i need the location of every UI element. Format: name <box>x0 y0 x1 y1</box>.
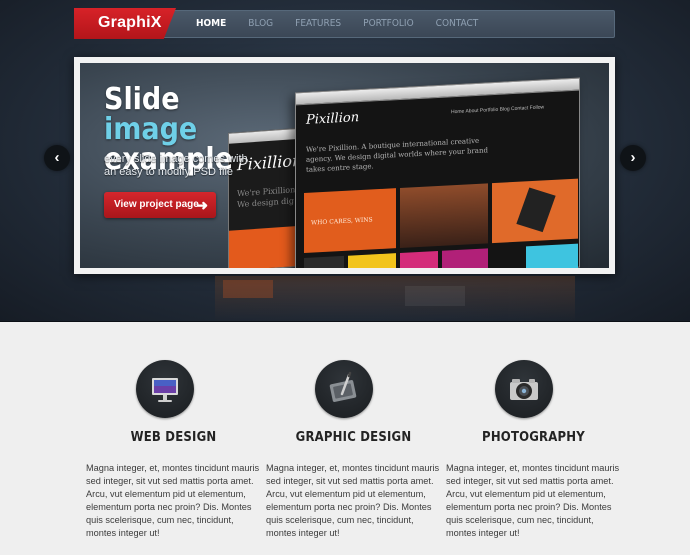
mockup-back-tagline: We're Pixillion We design dig <box>237 185 296 210</box>
mockup-menu: Home About Portfolio Blog Contact Follow <box>451 104 545 116</box>
slider-next-button[interactable]: › <box>620 145 646 171</box>
service-text: Magna integer, et, montes tincidunt maur… <box>266 463 440 538</box>
mockup-brand: Pixillion <box>306 110 360 128</box>
mockup-tile-text: WHO CARES, WINS <box>311 216 373 227</box>
slide-reflection <box>215 276 575 322</box>
mockup-tile <box>348 253 396 268</box>
mockup-tile <box>526 243 578 268</box>
pen-tablet-icon <box>315 360 373 418</box>
nav-item-blog[interactable]: BLOG <box>237 11 284 37</box>
nav-menu: HOME BLOG FEATURES PORTFOLIO CONTACT <box>185 11 489 37</box>
nav-item-portfolio[interactable]: PORTFOLIO <box>352 11 425 37</box>
mockup-tagline: We're Pixillion. A boutique internationa… <box>306 136 488 174</box>
service-title: GRAPHIC DESIGN <box>295 430 412 445</box>
nav-item-contact[interactable]: CONTACT <box>425 11 490 37</box>
monitor-icon <box>136 360 194 418</box>
mockup-tile <box>304 255 344 268</box>
service-title: WEB DESIGN <box>130 430 217 445</box>
mockup-browser-front: Pixillion Home About Portfolio Blog Cont… <box>295 77 580 268</box>
mockup-browser-bar <box>296 78 579 106</box>
logo-text: GraphiX <box>98 14 162 31</box>
service-text: Magna integer, et, montes tincidunt maur… <box>446 463 620 538</box>
hero-section: GraphiX HOME BLOG FEATURES PORTFOLIO CON… <box>0 0 690 322</box>
logo[interactable]: GraphiX <box>74 8 176 39</box>
mockup-tile <box>400 250 438 268</box>
chevron-right-icon: › <box>630 149 636 166</box>
view-project-button-label: View project page <box>114 199 199 210</box>
slide-image: Pixillion We're Pixillion We design dig … <box>80 63 609 268</box>
service-text: Magna integer, et, montes tincidunt maur… <box>86 463 260 538</box>
nav-item-features[interactable]: FEATURES <box>284 11 352 37</box>
camera-icon <box>495 360 553 418</box>
view-project-button[interactable]: View project page ➜ <box>104 192 216 218</box>
slider-prev-button[interactable]: ‹ <box>44 145 70 171</box>
slide-description: every slide image comes with an easy to … <box>104 153 248 178</box>
arrow-right-icon: ➜ <box>196 197 208 213</box>
nav-item-home[interactable]: HOME <box>185 11 237 37</box>
service-title: PHOTOGRAPHY <box>482 430 585 445</box>
mockup-tile: WHO CARES, WINS <box>304 188 396 253</box>
chevron-left-icon: ‹ <box>54 149 60 166</box>
reflection-shape <box>405 286 465 306</box>
reflection-shape <box>223 280 273 298</box>
services-section: WEB DESIGN Magna integer, et, montes tin… <box>0 322 690 555</box>
slider: Pixillion We're Pixillion We design dig … <box>74 57 615 274</box>
mockup-tile <box>442 248 488 268</box>
mockup-tile <box>400 183 488 248</box>
